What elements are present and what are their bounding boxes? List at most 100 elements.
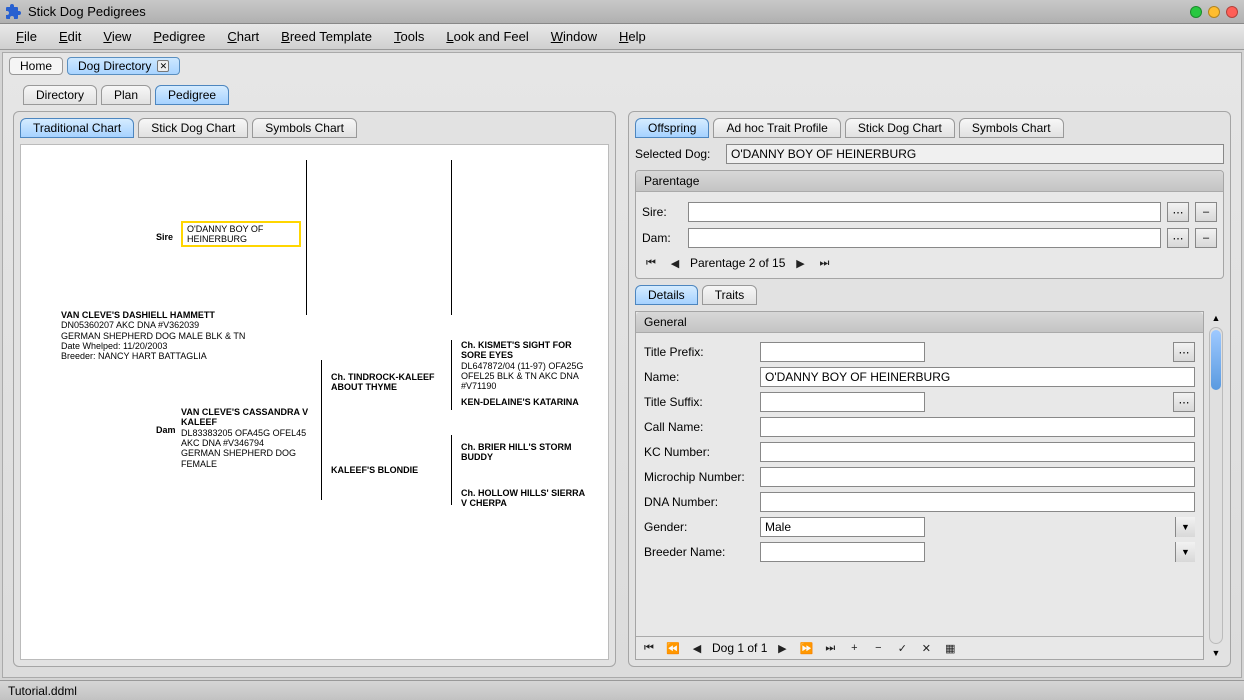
details-panel: General Title Prefix: ⋯ Name: Title Suff… [635,311,1204,660]
tab-directory[interactable]: Directory [23,85,97,105]
menubar: File Edit View Pedigree Chart Breed Temp… [0,24,1244,50]
nav-first-icon[interactable]: ⏮ [642,254,660,272]
chart-tabs: Traditional Chart Stick Dog Chart Symbol… [20,118,609,138]
selected-dog-label: Selected Dog: [635,147,720,161]
call-name-label: Call Name: [644,420,754,434]
nav-prev-icon[interactable]: ◀ [666,254,684,272]
remove-icon[interactable]: − [869,639,887,657]
dam-label: Dam [156,425,176,435]
window-title: Stick Dog Pedigrees [28,4,146,19]
cancel-icon[interactable]: ✕ [917,639,935,657]
tab-symbols-chart[interactable]: Symbols Chart [252,118,357,138]
g3-node-c[interactable]: Ch. BRIER HILL'S STORM BUDDY [461,442,591,463]
parentage-nav: ⏮ ◀ Parentage 2 of 15 ▶ ⏭ [642,254,1217,272]
parentage-group: Parentage Sire: ⋯ – Dam: ⋯ – ⏮ [635,170,1224,279]
tab-traits[interactable]: Traits [702,285,758,305]
maximize-button[interactable] [1208,6,1220,18]
kc-number-field[interactable] [760,442,1195,462]
breeder-name-field[interactable] [760,542,925,562]
dog-nav-fastback-icon[interactable]: ⏪ [664,639,682,657]
breadcrumb: Home Dog Directory ✕ [3,53,1241,79]
add-icon[interactable]: + [845,639,863,657]
minimize-button[interactable] [1190,6,1202,18]
scroll-thumb[interactable] [1211,330,1221,390]
tab-plan[interactable]: Plan [101,85,151,105]
name-field[interactable] [760,367,1195,387]
call-name-field[interactable] [760,417,1195,437]
dam-remove-button[interactable]: – [1195,228,1217,248]
root-dog: VAN CLEVE'S DASHIELL HAMMETT DN05360207 … [61,310,291,362]
menu-look-and-feel[interactable]: Look and Feel [436,27,538,46]
title-prefix-browse-button[interactable]: ⋯ [1173,342,1195,362]
menu-help[interactable]: Help [609,27,656,46]
main-tabs: Directory Plan Pedigree [23,85,1231,105]
pedigree-chart[interactable]: VAN CLEVE'S DASHIELL HAMMETT DN05360207 … [20,144,609,660]
grid-icon[interactable]: ▦ [941,639,959,657]
menu-tools[interactable]: Tools [384,27,434,46]
tab-adhoc-trait[interactable]: Ad hoc Trait Profile [713,118,840,138]
menu-file[interactable]: File [6,27,47,46]
g3-node-b[interactable]: KEN-DELAINE'S KATARINA [461,397,591,407]
tab-traditional-chart[interactable]: Traditional Chart [20,118,134,138]
menu-chart[interactable]: Chart [217,27,269,46]
confirm-icon[interactable]: ✓ [893,639,911,657]
tab-stick-dog-chart[interactable]: Stick Dog Chart [138,118,248,138]
right-panel: Offspring Ad hoc Trait Profile Stick Dog… [628,111,1231,667]
gender-field[interactable] [760,517,925,537]
title-suffix-field[interactable] [760,392,925,412]
g3-node-a[interactable]: Ch. KISMET'S SIGHT FOR SORE EYES DL64787… [461,340,591,392]
parentage-title: Parentage [636,171,1223,192]
menu-view[interactable]: View [93,27,141,46]
dam-field-label: Dam: [642,231,682,245]
selected-dog-field[interactable] [726,144,1224,164]
menu-edit[interactable]: Edit [49,27,91,46]
title-prefix-field[interactable] [760,342,925,362]
dam-browse-button[interactable]: ⋯ [1167,228,1189,248]
g2-node-b[interactable]: KALEEF'S BLONDIE [331,465,451,475]
sire-field-label: Sire: [642,205,682,219]
scroll-down-icon[interactable]: ▼ [1209,646,1223,660]
gender-label: Gender: [644,520,754,534]
right-tabs: Offspring Ad hoc Trait Profile Stick Dog… [635,118,1224,138]
chevron-down-icon[interactable]: ▼ [1175,517,1195,537]
menu-breed-template[interactable]: Breed Template [271,27,382,46]
dna-number-field[interactable] [760,492,1195,512]
nav-last-icon[interactable]: ⏭ [815,254,833,272]
menu-pedigree[interactable]: Pedigree [143,27,215,46]
close-icon[interactable]: ✕ [157,60,169,72]
breadcrumb-home[interactable]: Home [9,57,63,75]
menu-window[interactable]: Window [541,27,607,46]
scroll-up-icon[interactable]: ▲ [1209,311,1223,325]
dog-nav-prev-icon[interactable]: ◀ [688,639,706,657]
microchip-label: Microchip Number: [644,470,754,484]
tab-details[interactable]: Details [635,285,698,305]
title-suffix-browse-button[interactable]: ⋯ [1173,392,1195,412]
title-prefix-label: Title Prefix: [644,345,754,359]
sire-field[interactable] [688,202,1161,222]
dog-nav-first-icon[interactable]: ⏮ [640,639,658,657]
dam-node[interactable]: VAN CLEVE'S CASSANDRA V KALEEF DL8338320… [181,407,321,469]
dog-nav-next-icon[interactable]: ▶ [773,639,791,657]
breeder-name-label: Breeder Name: [644,545,754,559]
g3-node-d[interactable]: Ch. HOLLOW HILLS' SIERRA V CHERPA [461,488,591,509]
dog-nav-fastfwd-icon[interactable]: ⏩ [797,639,815,657]
vertical-scrollbar[interactable]: ▲ ▼ [1208,311,1224,660]
g2-node-a[interactable]: Ch. TINDROCK-KALEEF ABOUT THYME [331,372,451,393]
dam-field[interactable] [688,228,1161,248]
sire-browse-button[interactable]: ⋯ [1167,202,1189,222]
tab-offspring[interactable]: Offspring [635,118,709,138]
tab-symbols-chart-right[interactable]: Symbols Chart [959,118,1064,138]
sire-remove-button[interactable]: – [1195,202,1217,222]
sire-node-selected[interactable]: O'DANNY BOY OF HEINERBURG [181,221,301,247]
chevron-down-icon[interactable]: ▼ [1175,542,1195,562]
dog-nav-last-icon[interactable]: ⏭ [821,639,839,657]
breadcrumb-label: Dog Directory [78,59,151,73]
close-button[interactable] [1226,6,1238,18]
nav-next-icon[interactable]: ▶ [791,254,809,272]
breadcrumb-dog-directory[interactable]: Dog Directory ✕ [67,57,180,75]
tab-pedigree[interactable]: Pedigree [155,85,229,105]
tab-stick-dog-chart-right[interactable]: Stick Dog Chart [845,118,955,138]
scroll-track[interactable] [1209,327,1223,644]
microchip-field[interactable] [760,467,1195,487]
status-text: Tutorial.ddml [8,684,77,698]
